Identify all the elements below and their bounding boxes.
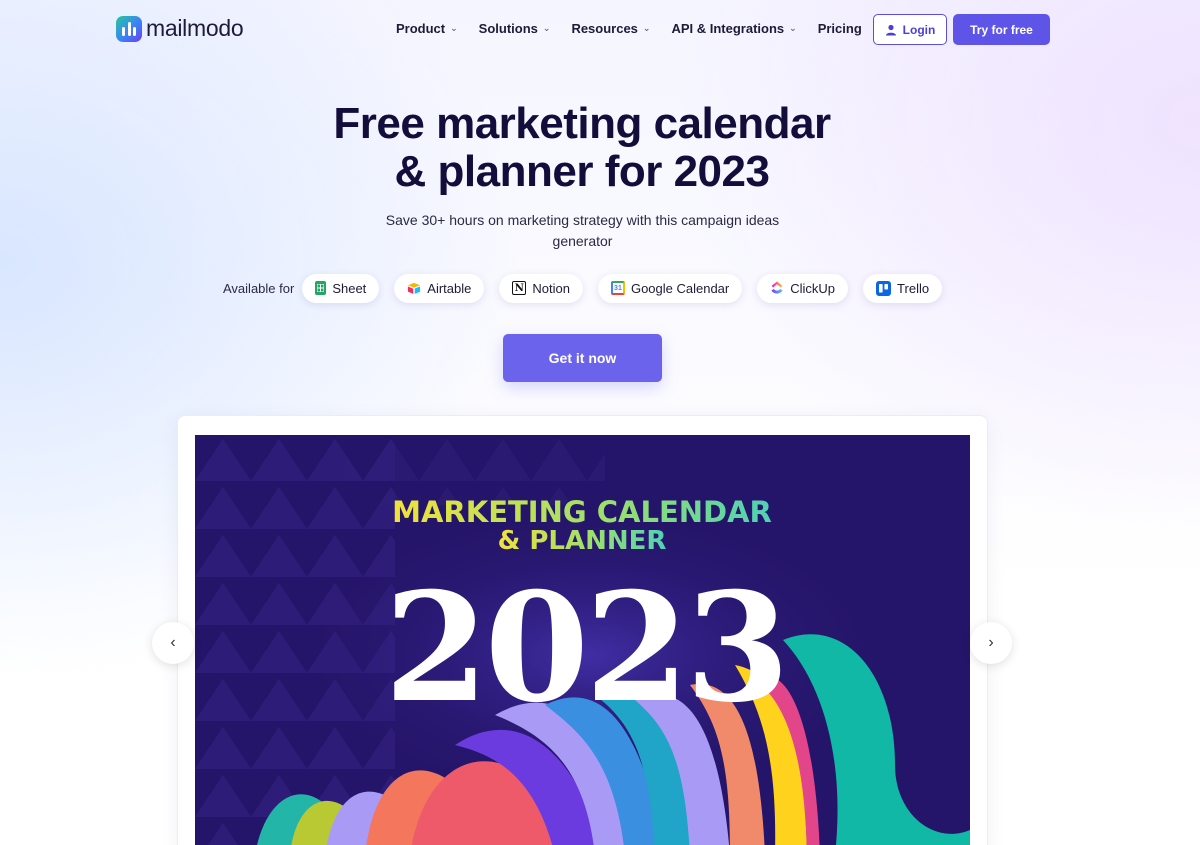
platform-label: Sheet bbox=[332, 280, 367, 296]
menu-item-label: Resources bbox=[571, 21, 638, 36]
sheets-icon bbox=[315, 281, 327, 295]
notion-icon: N bbox=[512, 281, 527, 295]
chevron-right-icon: › bbox=[988, 634, 994, 651]
slide-title-line-1: MARKETING CALENDAR bbox=[392, 495, 772, 529]
platform-chip-clickup[interactable]: ClickUp bbox=[757, 273, 849, 303]
chevron-down-icon: ⌄ bbox=[450, 23, 458, 33]
login-button[interactable]: Login bbox=[873, 14, 947, 45]
user-icon bbox=[885, 24, 896, 35]
login-label: Login bbox=[902, 22, 936, 37]
clickup-icon bbox=[770, 281, 784, 295]
slide-year: 2023 bbox=[384, 560, 785, 736]
carousel-prev-button[interactable]: ‹ bbox=[152, 622, 194, 664]
chevron-left-icon: ‹ bbox=[170, 634, 176, 651]
platform-label: ClickUp bbox=[790, 280, 836, 296]
platform-chip-airtable[interactable]: Airtable bbox=[394, 273, 485, 303]
chevron-down-icon: ⌄ bbox=[789, 23, 797, 33]
try-for-free-button[interactable]: Try for free bbox=[953, 14, 1050, 45]
carousel-next-button[interactable]: › bbox=[970, 622, 1012, 664]
carousel-slide: MARKETING CALENDAR & PLANNER 2023 bbox=[195, 435, 970, 845]
menu-item-product[interactable]: Product ⌄ bbox=[396, 21, 458, 36]
title-line-1: Free marketing calendar bbox=[333, 99, 831, 148]
chevron-down-icon: ⌄ bbox=[542, 23, 551, 33]
page-title: Free marketing calendar & planner for 20… bbox=[0, 100, 1164, 196]
platform-chip-trello[interactable]: Trello bbox=[863, 273, 943, 303]
platform-label: Trello bbox=[897, 280, 930, 296]
get-it-now-button[interactable]: Get it now bbox=[503, 334, 662, 382]
platform-availability: Available for Sheet Airtable N Notion 31… bbox=[223, 273, 957, 303]
chevron-down-icon: ⌄ bbox=[642, 23, 651, 33]
slide-title-line-2: & PLANNER bbox=[498, 526, 667, 556]
platform-label: Google Calendar bbox=[630, 280, 730, 296]
google-calendar-icon: 31 bbox=[610, 281, 625, 295]
menu-item-label: Pricing bbox=[817, 21, 862, 36]
top-nav: mailmodo Product ⌄ Solutions ⌄ Resources… bbox=[0, 0, 1200, 60]
hero-subtitle: Save 30+ hours on marketing strategy wit… bbox=[385, 212, 780, 249]
brand-logo[interactable]: mailmodo bbox=[116, 15, 244, 42]
trello-icon bbox=[876, 280, 892, 296]
menu-item-pricing[interactable]: Pricing bbox=[818, 21, 862, 36]
airtable-icon bbox=[407, 281, 421, 295]
platform-chip-notion[interactable]: N Notion bbox=[499, 273, 583, 303]
menu-item-api-integrations[interactable]: API & Integrations ⌄ bbox=[671, 21, 796, 36]
menu-item-resources[interactable]: Resources ⌄ bbox=[571, 21, 650, 36]
platform-label: Notion bbox=[532, 280, 570, 296]
platform-chip-sheet[interactable]: Sheet bbox=[302, 273, 380, 303]
calendar-cover-art: MARKETING CALENDAR & PLANNER 2023 bbox=[195, 435, 970, 845]
menu-item-label: API & Integrations bbox=[671, 21, 785, 36]
platform-chip-google-calendar[interactable]: 31 Google Calendar bbox=[597, 273, 743, 303]
platform-label: Airtable bbox=[427, 280, 472, 296]
available-for-label: Available for bbox=[223, 280, 295, 296]
main-menu: Product ⌄ Solutions ⌄ Resources ⌄ API & … bbox=[396, 21, 883, 36]
brand-name: mailmodo bbox=[146, 15, 244, 41]
menu-item-label: Product bbox=[396, 21, 446, 36]
title-line-2: & planner for 2023 bbox=[394, 147, 770, 196]
menu-item-label: Solutions bbox=[478, 21, 538, 36]
menu-item-solutions[interactable]: Solutions ⌄ bbox=[479, 21, 551, 36]
mailmodo-logo-icon bbox=[116, 15, 142, 42]
